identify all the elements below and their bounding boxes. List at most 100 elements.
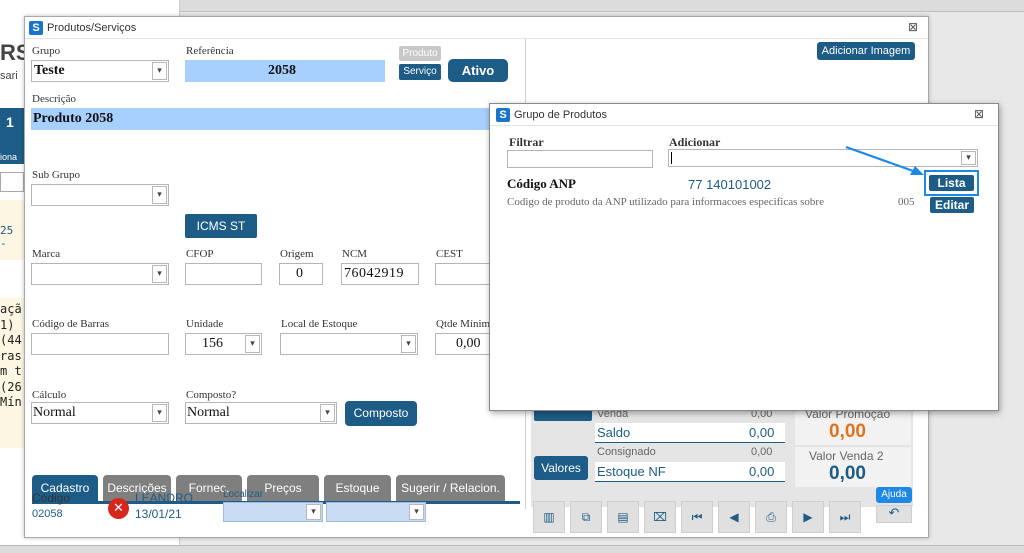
valor-venda2-label: Valor Venda 2	[809, 449, 884, 463]
estoque-nf-value: 0,00	[749, 464, 775, 479]
chevron-down-icon[interactable]: ▾	[961, 151, 976, 165]
consignado-value: 0,00	[751, 446, 773, 458]
background-line: (26	[0, 379, 22, 394]
chevron-down-icon[interactable]: ▾	[152, 404, 167, 422]
estoque-nf-label: Estoque NF	[597, 464, 666, 479]
background-line: ras	[0, 348, 22, 363]
filtrar-input[interactable]	[507, 150, 653, 168]
user-date: 13/01/21	[135, 507, 182, 521]
qtde-minima-input[interactable]: 0,00	[435, 333, 491, 355]
tab-estoque[interactable]: Estoque	[324, 475, 391, 501]
codigo-barras-input[interactable]	[31, 333, 169, 355]
background-fragment: 1	[6, 114, 14, 130]
pointer-arrow	[845, 145, 924, 175]
marca-select[interactable]: ▾	[31, 263, 169, 285]
adicionar-select[interactable]: ▾	[668, 149, 978, 167]
ncm-input[interactable]: 76042919	[341, 263, 419, 285]
background-fragment: sari	[0, 70, 18, 82]
cest-label: CEST	[436, 248, 463, 260]
origem-input[interactable]: 0	[279, 263, 323, 285]
origem-value: 0	[296, 266, 303, 281]
codigo-barras-label: Código de Barras	[32, 318, 109, 330]
servico-toggle[interactable]: Serviço	[399, 64, 441, 80]
background-line: m t	[0, 364, 22, 378]
background-line: (44	[0, 333, 22, 347]
cfop-label: CFOP	[186, 248, 214, 260]
window-title: Produtos/Serviços	[47, 22, 137, 34]
qtde-minima-value: 0,00	[456, 336, 481, 351]
lista-button[interactable]: Lista	[929, 175, 974, 191]
composto-label: Composto?	[186, 389, 237, 401]
background-line: açã	[0, 302, 22, 316]
chevron-down-icon[interactable]: ▾	[152, 265, 167, 283]
unidade-select[interactable]: 156 ▾	[185, 333, 262, 355]
copy-add-icon[interactable]: ⧉	[570, 501, 602, 533]
saldo-label: Saldo	[597, 425, 631, 440]
editar-button[interactable]: Editar	[930, 197, 974, 213]
chevron-down-icon[interactable]: ▾	[152, 186, 167, 204]
referencia-label: Referência	[186, 45, 234, 57]
card-icon[interactable]: ▤	[607, 501, 639, 533]
dialog-titlebar: S Grupo de Produtos ⊠	[490, 104, 998, 126]
chevron-down-icon[interactable]: ▾	[306, 504, 321, 520]
icms-st-button[interactable]: ICMS ST	[185, 214, 257, 238]
user-name: LEANDRO	[135, 491, 194, 505]
item-number: 005	[898, 196, 915, 208]
delete-record-icon[interactable]: ⌧	[644, 501, 676, 533]
chevron-down-icon[interactable]: ▾	[401, 335, 416, 353]
tab-sugerir-relacion[interactable]: Sugerir / Relacion.	[396, 475, 505, 501]
produto-toggle[interactable]: Produto	[399, 46, 441, 61]
last-record-icon[interactable]: ⏭	[829, 501, 861, 533]
background-line: Mín	[0, 395, 22, 409]
filtrar-label: Filtrar	[509, 135, 544, 149]
chevron-down-icon[interactable]: ▾	[320, 404, 335, 422]
composto-value: Normal	[187, 405, 230, 420]
cfop-input[interactable]	[185, 263, 262, 285]
next-record-icon[interactable]: ▶	[792, 501, 824, 533]
local-estoque-select[interactable]: ▾	[280, 333, 418, 355]
saldo-value: 0,00	[749, 425, 775, 440]
dialog-title: Grupo de Produtos	[514, 109, 607, 121]
localizar-select[interactable]: ▾	[223, 502, 323, 522]
close-icon[interactable]: ⊠	[974, 107, 984, 121]
adicionar-imagem-button[interactable]: Adicionar Imagem	[817, 42, 915, 60]
subgrupo-select[interactable]: ▾	[31, 184, 169, 206]
chart-icon[interactable]: ▥	[533, 501, 565, 533]
cest-input[interactable]	[435, 263, 491, 285]
composto-select[interactable]: Normal ▾	[185, 402, 337, 424]
background-fragment: iona	[0, 152, 18, 162]
undo-icon[interactable]: ↶	[876, 505, 912, 523]
ativo-button[interactable]: Ativo	[448, 59, 508, 82]
close-icon[interactable]: ⊠	[908, 20, 918, 34]
window-titlebar: S Produtos/Serviços ⊠	[25, 17, 928, 39]
first-record-icon[interactable]: ⏮	[681, 501, 713, 533]
chevron-down-icon[interactable]: ▾	[245, 335, 260, 353]
localizar-label: Localizar	[223, 489, 264, 500]
consignado-label: Consignado	[597, 446, 656, 458]
calculo-label: Cálculo	[32, 389, 67, 401]
saldo-row: Saldo 0,00	[595, 423, 785, 443]
background-yellow-area: 25 -	[0, 200, 24, 260]
valor-venda2-box: Valor Venda 2 0,00	[795, 447, 911, 487]
item-description: Codigo de produto da ANP utilizado para …	[507, 196, 824, 208]
chevron-down-icon[interactable]: ▾	[152, 62, 167, 80]
marca-label: Marca	[32, 248, 61, 260]
grupo-select[interactable]: Teste ▾	[31, 60, 169, 82]
calculo-select[interactable]: Normal ▾	[31, 402, 169, 424]
grupo-value: Teste	[34, 63, 65, 78]
previous-record-icon[interactable]: ◀	[718, 501, 750, 533]
localizar-field-select[interactable]: ▾	[326, 502, 426, 522]
qtde-minima-label: Qtde Mínim	[436, 318, 491, 330]
error-icon: ✕	[108, 498, 129, 519]
valor-promocao-value: 0,00	[829, 421, 866, 442]
calculo-value: Normal	[33, 405, 76, 420]
ajuda-button[interactable]: Ajuda	[876, 487, 912, 503]
item-name: Código ANP	[507, 176, 576, 191]
app-logo-icon: S	[496, 108, 510, 122]
valores-button[interactable]: Valores	[534, 456, 588, 480]
print-icon[interactable]: ⎙	[755, 501, 787, 533]
chevron-down-icon[interactable]: ▾	[409, 504, 424, 520]
composto-button[interactable]: Composto	[345, 401, 417, 426]
descricao-input[interactable]: Produto 2058	[31, 108, 491, 130]
referencia-input[interactable]: 2058	[185, 60, 385, 82]
